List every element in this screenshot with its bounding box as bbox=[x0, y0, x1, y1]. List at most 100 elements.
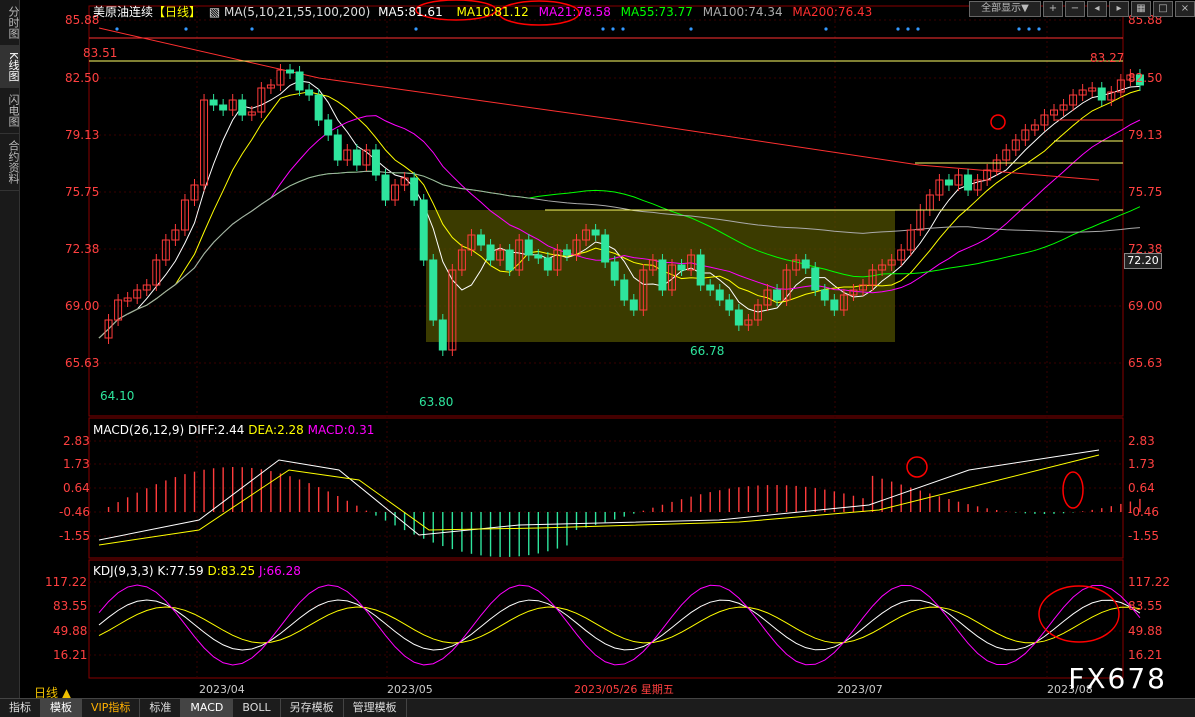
circle-macd-bar bbox=[1062, 471, 1084, 509]
chart-toolbar: 全部显示▼ + − ◂ ▸ ▦ □ × bbox=[969, 1, 1195, 17]
candle-body bbox=[696, 254, 705, 286]
ma-title: MA(5,10,21,55,100,200) bbox=[224, 5, 371, 19]
zoom-in-icon[interactable]: + bbox=[1043, 1, 1063, 17]
macd-dea: DEA:2.28 bbox=[248, 423, 304, 437]
candle-body bbox=[286, 69, 294, 74]
candle-body bbox=[381, 174, 390, 201]
candle-body bbox=[333, 134, 342, 161]
tab-vip-indicator[interactable]: VIP指标 bbox=[82, 699, 141, 717]
signal-dot bbox=[1037, 27, 1041, 31]
candle-body bbox=[419, 199, 428, 261]
candle-body bbox=[620, 279, 629, 301]
candle-body bbox=[591, 229, 600, 236]
candle-body bbox=[305, 89, 314, 96]
tab-save-template[interactable]: 另存模板 bbox=[281, 699, 344, 717]
tab-boll[interactable]: BOLL bbox=[233, 699, 281, 717]
tab-standard[interactable]: 标准 bbox=[140, 699, 182, 717]
price-tick-left-6: 65.63 bbox=[65, 356, 99, 370]
kdj-header: KDJ(9,3,3) K:77.59 D:83.25 J:66.28 bbox=[93, 564, 301, 578]
candle-body bbox=[314, 94, 323, 121]
tab-manage-template[interactable]: 管理模板 bbox=[344, 699, 407, 717]
price-tick-5: 69.00 bbox=[1128, 299, 1162, 313]
signal-dot bbox=[414, 27, 418, 31]
candle-body bbox=[438, 319, 447, 351]
macd-tick-4: -1.55 bbox=[1128, 529, 1159, 543]
current-price-tag: 72.20 bbox=[1124, 253, 1162, 269]
candle-body bbox=[524, 239, 533, 256]
circle-macd-cross bbox=[906, 456, 928, 478]
candle-body bbox=[543, 257, 552, 271]
kdj-tick-left-0: 117.22 bbox=[45, 575, 87, 589]
candle-body bbox=[219, 104, 228, 111]
candle-body bbox=[706, 284, 715, 291]
kdj-panel bbox=[98, 584, 1141, 666]
candle-body bbox=[658, 259, 667, 291]
kdj-j: J:66.28 bbox=[258, 564, 301, 578]
signal-dot bbox=[689, 27, 693, 31]
candle-body bbox=[773, 289, 782, 301]
tab-kline[interactable]: K线图 bbox=[0, 46, 20, 89]
ma10-value: MA10:81.12 bbox=[456, 5, 529, 19]
candle-body bbox=[715, 289, 724, 301]
macd-tick-left-0: 2.83 bbox=[63, 434, 90, 448]
display-select[interactable]: 全部显示▼ bbox=[969, 1, 1041, 17]
tab-flash[interactable]: 闪电图 bbox=[0, 88, 20, 135]
date-label-cursor: 2023/05/26 星期五 bbox=[574, 683, 674, 696]
high1-label: 83.51 bbox=[83, 46, 117, 60]
low1-label: 64.10 bbox=[100, 389, 134, 403]
scroll-left-icon[interactable]: ◂ bbox=[1087, 1, 1107, 17]
instrument-name: 美原油连续 bbox=[93, 5, 154, 19]
candle-body bbox=[505, 249, 514, 271]
circle-kdj bbox=[1038, 585, 1120, 643]
signal-dot bbox=[824, 27, 828, 31]
zoom-out-icon[interactable]: − bbox=[1065, 1, 1085, 17]
close-icon[interactable]: × bbox=[1175, 1, 1195, 17]
kdj-j-line bbox=[98, 584, 1141, 666]
candle-body bbox=[944, 179, 953, 186]
macd-tick-left-1: 1.73 bbox=[63, 457, 90, 471]
candle-body bbox=[1097, 87, 1106, 101]
kdj-tick-1: 83.55 bbox=[1128, 599, 1162, 613]
candle-body bbox=[410, 177, 419, 201]
kline-chart[interactable]: 83.51 64.10 63.80 66.78 83.27 85.88 82.5… bbox=[19, 0, 1195, 698]
price-tick-left-3: 75.75 bbox=[65, 185, 99, 199]
date-label-jul: 2023/07 bbox=[837, 683, 883, 696]
circle-price bbox=[990, 114, 1006, 130]
signal-dot bbox=[916, 27, 920, 31]
macd-tick-0: 2.83 bbox=[1128, 434, 1155, 448]
grid-icon[interactable]: ▦ bbox=[1131, 1, 1151, 17]
low2-label: 63.80 bbox=[419, 395, 453, 409]
ma100-value: MA100:74.34 bbox=[702, 5, 783, 19]
macd-tick-2: 0.64 bbox=[1128, 481, 1155, 495]
tab-macd[interactable]: MACD bbox=[181, 699, 234, 717]
tab-timeshare[interactable]: 分时图 bbox=[0, 0, 20, 46]
candle-body bbox=[629, 299, 638, 311]
ma200-value: MA200:76.43 bbox=[792, 5, 873, 19]
bottom-tab-bar: 指标 模板 VIP指标 标准 MACD BOLL 另存模板 管理模板 bbox=[0, 698, 1195, 717]
signal-dot bbox=[906, 27, 910, 31]
kdj-d: D:83.25 bbox=[207, 564, 256, 578]
tab-contract-info[interactable]: 合约资料 bbox=[0, 134, 20, 192]
candle-body bbox=[352, 149, 361, 166]
box-icon[interactable]: □ bbox=[1153, 1, 1173, 17]
candle-body bbox=[238, 99, 247, 116]
ma5-value: MA5:81.61 bbox=[378, 5, 443, 19]
candle-body bbox=[830, 299, 839, 311]
signal-dot bbox=[896, 27, 900, 31]
price-tick-1: 82.50 bbox=[1128, 71, 1162, 85]
signal-dot bbox=[611, 27, 615, 31]
macd-tick-left-4: -1.55 bbox=[59, 529, 90, 543]
tab-template[interactable]: 模板 bbox=[41, 699, 82, 717]
candle-body bbox=[534, 254, 543, 259]
candle-body bbox=[429, 259, 438, 321]
macd-diff: DIFF:2.44 bbox=[187, 423, 245, 437]
macd-title: MACD(26,12,9) bbox=[93, 423, 185, 437]
scroll-right-icon[interactable]: ▸ bbox=[1109, 1, 1129, 17]
tab-indicator[interactable]: 指标 bbox=[0, 699, 41, 717]
candle-body bbox=[324, 119, 333, 136]
candle-body bbox=[677, 264, 686, 271]
kdj-title: KDJ(9,3,3) bbox=[93, 564, 154, 578]
macd-header: MACD(26,12,9) DIFF:2.44 DEA:2.28 MACD:0.… bbox=[93, 423, 374, 437]
signal-dot bbox=[115, 27, 119, 31]
ma21-value: MA21:78.58 bbox=[538, 5, 611, 19]
